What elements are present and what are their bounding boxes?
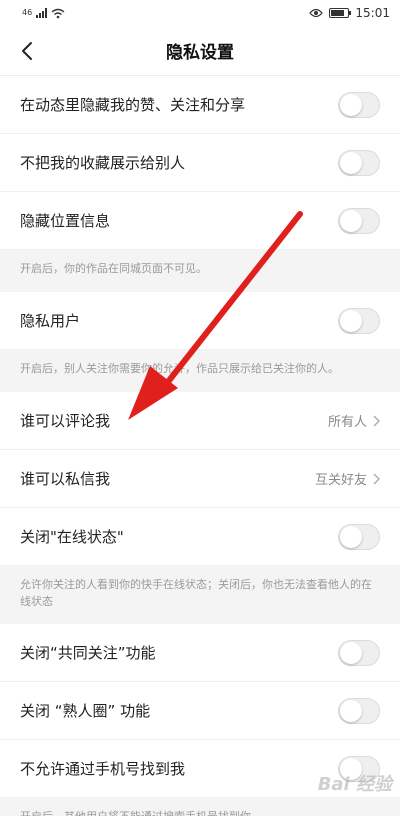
battery-icon — [329, 8, 352, 18]
signal-icon — [36, 8, 48, 18]
phone-note: 开启后，其他用户将不能通过搜索手机号找到你 — [0, 798, 400, 816]
navigation-bar: 隐私设置 — [0, 26, 400, 76]
status-right: 15:01 — [309, 6, 390, 20]
online-note: 允许你关注的人看到你的快手在线状态；关闭后，你也无法查看他人的在线状态 — [0, 566, 400, 624]
status-left: 46 — [22, 8, 65, 19]
watermark: Bai 经验 — [317, 774, 392, 795]
row-who-comment[interactable]: 谁可以评论我 所有人 — [0, 392, 400, 450]
page-title: 隐私设置 — [166, 43, 234, 63]
location-note: 开启后，你的作品在同城页面不可见。 — [0, 250, 400, 292]
chevron-right-icon — [373, 415, 380, 426]
private-note: 开启后，别人关注你需要你的允许，作品只展示给已关注你的人。 — [0, 350, 400, 392]
row-label: 隐私用户 — [20, 312, 81, 330]
row-label: 谁可以评论我 — [20, 412, 111, 430]
value-text: 所有人 — [327, 415, 367, 430]
settings-list: 在动态里隐藏我的赞、关注和分享 不把我的收藏展示给别人 隐藏位置信息 开启后，你… — [0, 76, 400, 816]
wifi-icon — [51, 8, 65, 18]
chevron-right-icon — [373, 473, 380, 484]
row-label: 隐藏位置信息 — [20, 212, 111, 230]
row-online-status: 关闭"在线状态" — [0, 508, 400, 566]
row-hide-favorites: 不把我的收藏展示给别人 — [0, 134, 400, 192]
row-label: 在动态里隐藏我的赞、关注和分享 — [20, 96, 246, 114]
acquaintance-toggle[interactable] — [338, 697, 380, 724]
row-private-user: 隐私用户 — [0, 292, 400, 350]
row-who-message[interactable]: 谁可以私信我 互关好友 — [0, 450, 400, 508]
value-text: 互关好友 — [314, 473, 367, 488]
hide-location-toggle[interactable] — [338, 207, 380, 234]
private-user-toggle[interactable] — [338, 307, 380, 334]
who-message-value: 互关好友 — [315, 469, 380, 488]
signal-type: 46 — [22, 8, 33, 17]
eye-icon — [309, 8, 324, 18]
status-bar: 46 15:01 — [0, 0, 400, 26]
row-mutual-follow: 关闭“共同关注”功能 — [0, 624, 400, 682]
back-button[interactable] — [14, 38, 40, 64]
row-label: 不允许通过手机号找到我 — [20, 760, 186, 778]
row-label: 不把我的收藏展示给别人 — [20, 154, 186, 172]
who-comment-value: 所有人 — [328, 411, 380, 430]
row-label: 关闭“共同关注”功能 — [20, 644, 156, 662]
row-label: 谁可以私信我 — [20, 470, 111, 488]
online-status-toggle[interactable] — [338, 523, 380, 550]
mutual-follow-toggle[interactable] — [338, 639, 380, 666]
row-label: 关闭"在线状态" — [20, 528, 124, 546]
row-acquaintance: 关闭 “熟人圈” 功能 — [0, 682, 400, 740]
chevron-left-icon — [22, 42, 32, 60]
row-hide-location: 隐藏位置信息 — [0, 192, 400, 250]
row-hide-activity: 在动态里隐藏我的赞、关注和分享 — [0, 76, 400, 134]
status-time: 15:01 — [355, 6, 390, 20]
hide-favorites-toggle[interactable] — [338, 149, 380, 176]
hide-activity-toggle[interactable] — [338, 91, 380, 118]
row-label: 关闭 “熟人圈” 功能 — [20, 702, 151, 720]
